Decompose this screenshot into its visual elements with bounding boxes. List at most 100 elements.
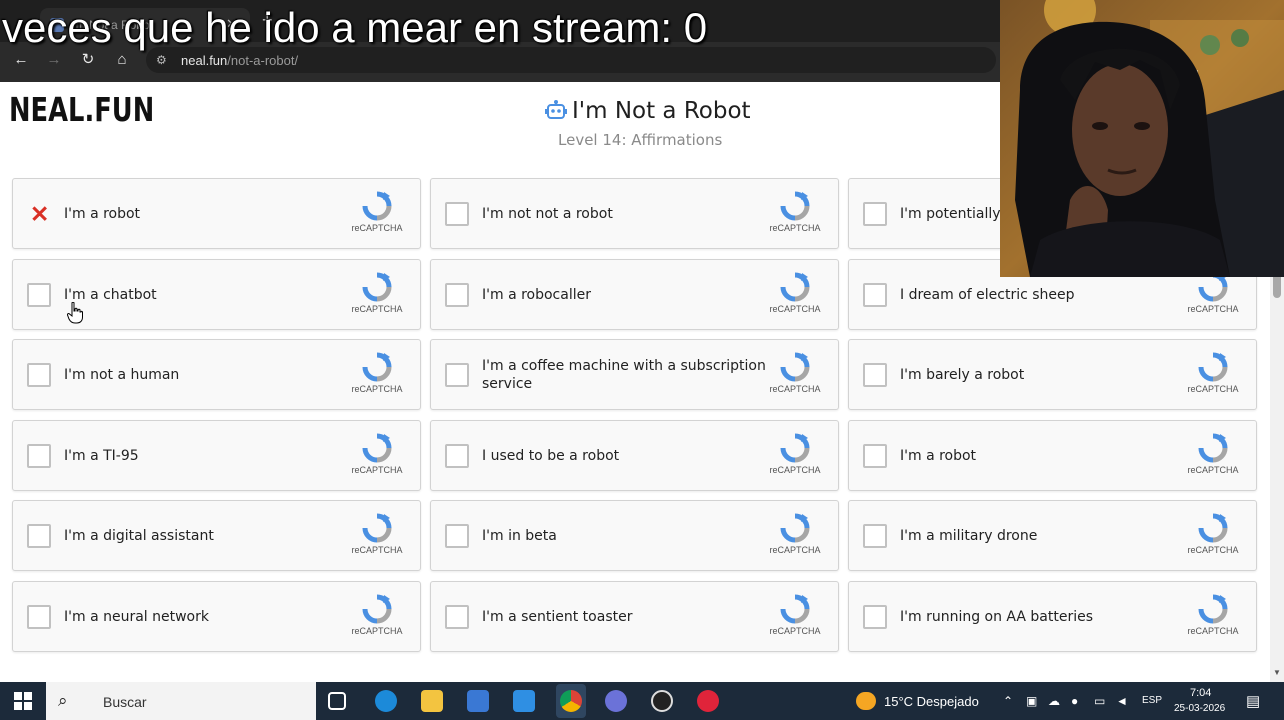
captcha-checkbox[interactable]	[445, 363, 469, 388]
weather-text[interactable]: 15°C Despejado	[884, 694, 979, 709]
captcha-checkbox[interactable]	[863, 363, 887, 388]
level-subtitle: Level 14: Affirmations	[558, 131, 723, 149]
network-icon[interactable]: ▭	[1094, 694, 1105, 708]
recaptcha-text: reCAPTCHA	[351, 626, 403, 636]
app-icon[interactable]	[513, 690, 535, 712]
captcha-checkbox[interactable]	[445, 605, 469, 629]
recaptcha-icon	[1198, 352, 1228, 382]
recaptcha-badge: reCAPTCHA	[349, 513, 405, 555]
recaptcha-text: reCAPTCHA	[769, 626, 821, 636]
captcha-label: I'm a neural network	[64, 609, 209, 625]
tray-app-icon[interactable]: ▣	[1026, 694, 1037, 708]
recaptcha-icon	[780, 191, 810, 221]
site-logo[interactable]: NEAL.FUN	[9, 90, 154, 129]
captcha-card[interactable]: I'm a coffee machine with a subscription…	[430, 339, 839, 411]
captcha-card[interactable]: I'm a neural network reCAPTCHA	[12, 581, 421, 652]
captcha-checkbox[interactable]	[863, 524, 887, 549]
captcha-card[interactable]: I'm not not a robot reCAPTCHA	[430, 178, 839, 249]
captcha-label: I'm barely a robot	[900, 367, 1025, 384]
captcha-checkbox[interactable]	[27, 282, 51, 307]
url-domain: neal.fun	[181, 53, 228, 68]
store-icon[interactable]	[467, 690, 489, 712]
clock-time[interactable]: 7:04	[1190, 687, 1211, 699]
captcha-label: I'm a coffee machine with a subscription…	[482, 358, 766, 393]
recaptcha-badge: reCAPTCHA	[1185, 272, 1241, 314]
site-settings-icon[interactable]: ⚙	[156, 52, 172, 68]
recaptcha-badge: reCAPTCHA	[349, 352, 405, 394]
captcha-label: I'm potentially a	[900, 206, 1014, 222]
captcha-checkbox[interactable]	[27, 524, 51, 549]
captcha-checkbox[interactable]	[445, 202, 469, 226]
captcha-checkbox[interactable]	[445, 282, 469, 307]
captcha-checkbox[interactable]	[863, 443, 887, 468]
recaptcha-text: reCAPTCHA	[351, 223, 403, 233]
chrome-icon[interactable]	[560, 690, 582, 712]
discord-icon[interactable]	[605, 690, 627, 712]
hand-cursor-icon	[67, 302, 83, 324]
volume-icon[interactable]: ◄	[1116, 694, 1128, 708]
cloud-icon[interactable]: ☁	[1048, 694, 1060, 708]
captcha-card[interactable]: I used to be a robot reCAPTCHA	[430, 419, 839, 491]
language-indicator[interactable]: ESP	[1142, 695, 1162, 706]
recaptcha-icon	[362, 191, 392, 221]
home-icon[interactable]: ⌂	[111, 49, 133, 71]
chevron-up-icon[interactable]: ⌃	[1003, 694, 1013, 708]
captcha-card[interactable]: I'm a robocaller reCAPTCHA	[430, 258, 839, 330]
recaptcha-badge: reCAPTCHA	[1185, 352, 1241, 394]
recaptcha-text: reCAPTCHA	[351, 545, 403, 556]
recaptcha-text: reCAPTCHA	[769, 303, 821, 314]
recaptcha-text: reCAPTCHA	[351, 384, 403, 395]
microphone-icon[interactable]: ●	[1071, 694, 1078, 708]
captcha-checkbox[interactable]	[445, 443, 469, 468]
media-player-icon[interactable]	[697, 690, 719, 712]
captcha-label: I'm a robot	[900, 447, 977, 464]
task-view-icon[interactable]	[328, 692, 346, 710]
captcha-card[interactable]: I'm a sentient toaster reCAPTCHA	[430, 581, 839, 652]
captcha-checkbox[interactable]	[27, 605, 51, 629]
windows-start-icon[interactable]	[14, 692, 32, 710]
captcha-checkbox[interactable]	[27, 363, 51, 388]
captcha-checkbox[interactable]	[445, 524, 469, 549]
taskbar-search[interactable]: ⌕ Buscar	[46, 682, 316, 720]
obs-icon[interactable]	[651, 690, 673, 712]
edge-browser-icon[interactable]	[375, 690, 397, 712]
recaptcha-icon	[780, 594, 810, 624]
captcha-checkbox[interactable]	[27, 443, 51, 468]
captcha-card[interactable]: I'm not a human reCAPTCHA	[12, 339, 421, 411]
recaptcha-badge: reCAPTCHA	[767, 191, 823, 233]
captcha-card[interactable]: ✕ I'm a robot reCAPTCHA	[12, 178, 421, 249]
recaptcha-badge: reCAPTCHA	[1185, 594, 1241, 636]
captcha-label: I'm a robot	[64, 206, 141, 222]
page-title-text: I'm Not a Robot	[572, 98, 751, 124]
back-arrow-icon[interactable]: ←	[10, 49, 32, 71]
recaptcha-text: reCAPTCHA	[1187, 464, 1239, 475]
reload-icon[interactable]: ↻	[77, 49, 99, 71]
recaptcha-badge: reCAPTCHA	[349, 272, 405, 314]
scroll-down-arrow-icon[interactable]: ▼	[1273, 668, 1281, 677]
recaptcha-text: reCAPTCHA	[1187, 384, 1239, 395]
captcha-card[interactable]: I'm a robot reCAPTCHA	[848, 419, 1257, 491]
captcha-label: I'm a chatbot	[64, 286, 157, 303]
file-explorer-icon[interactable]	[421, 690, 443, 712]
captcha-card[interactable]: I'm barely a robot reCAPTCHA	[848, 339, 1257, 411]
clock-date[interactable]: 25-03-2026	[1174, 703, 1225, 714]
captcha-label: I'm a robocaller	[482, 286, 591, 303]
captcha-card[interactable]: I'm a military drone reCAPTCHA	[848, 500, 1257, 572]
notifications-icon[interactable]: ▤	[1246, 692, 1260, 710]
captcha-checkbox[interactable]	[863, 282, 887, 307]
url-text[interactable]: neal.fun/not-a-robot/	[181, 53, 298, 68]
failed-checkbox[interactable]	[27, 202, 51, 226]
captcha-card[interactable]: I'm in beta reCAPTCHA	[430, 500, 839, 572]
recaptcha-icon	[362, 433, 392, 463]
captcha-label: I'm a military drone	[900, 528, 1038, 545]
forward-arrow-icon[interactable]: →	[43, 49, 65, 71]
captcha-card[interactable]: I'm a TI-95 reCAPTCHA	[12, 419, 421, 491]
captcha-card[interactable]: I'm running on AA batteries reCAPTCHA	[848, 581, 1257, 652]
recaptcha-icon	[362, 352, 392, 382]
recaptcha-badge: reCAPTCHA	[1185, 513, 1241, 555]
recaptcha-icon	[1198, 513, 1228, 543]
weather-sun-icon	[856, 692, 876, 710]
captcha-checkbox[interactable]	[863, 605, 887, 629]
captcha-checkbox[interactable]	[863, 202, 887, 226]
captcha-card[interactable]: I'm a digital assistant reCAPTCHA	[12, 500, 421, 572]
